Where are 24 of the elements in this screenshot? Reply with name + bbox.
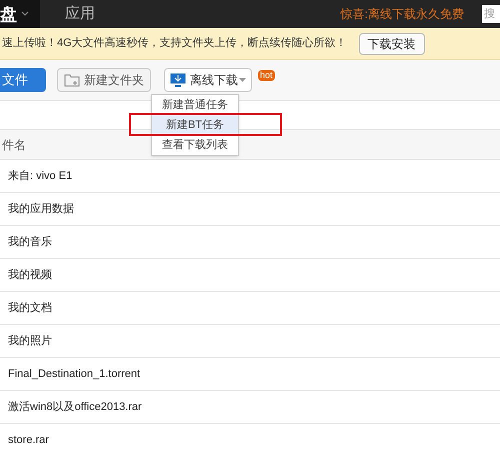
menu-item[interactable]: 新建普通任务	[152, 95, 238, 115]
file-name[interactable]: 我的照片	[8, 332, 52, 350]
download-install-button[interactable]: 下载安装	[358, 32, 425, 54]
nav-tab[interactable]: 应用	[65, 2, 95, 26]
file-name[interactable]: 来自: vivo E1	[8, 168, 72, 184]
menu-item[interactable]: 查看下载列表	[152, 135, 238, 155]
logo-text: 盘	[0, 6, 17, 22]
file-name[interactable]: 我的应用数据	[8, 200, 74, 218]
promo-link[interactable]: 惊喜:离线下载永久免费	[340, 5, 464, 23]
offline-download-label: 离线下载	[190, 72, 238, 89]
banner-text: 速上传啦！4G大文件高速秒传，支持文件夹上传，断点续传随心所欲！	[2, 36, 347, 52]
file-name[interactable]: store.rar	[8, 432, 49, 448]
file-name[interactable]: 我的文档	[8, 300, 52, 316]
file-name[interactable]: 我的音乐	[8, 234, 52, 250]
file-name[interactable]: 激活win8以及office2013.rar	[8, 398, 142, 416]
upload-button[interactable]: 文件	[0, 68, 46, 92]
offline-download-button[interactable]: 离线下载	[164, 68, 252, 92]
file-name[interactable]: Final_Destination_1.torrent	[8, 366, 140, 382]
new-folder-button[interactable]: 新建文件夹	[57, 68, 151, 92]
menu-item[interactable]: 新建BT任务	[152, 115, 238, 135]
hot-badge: hot	[258, 70, 275, 80]
search-field[interactable]: 搜	[482, 5, 500, 23]
column-header[interactable]: 件名	[2, 136, 26, 154]
file-name[interactable]: 我的视频	[8, 266, 52, 284]
